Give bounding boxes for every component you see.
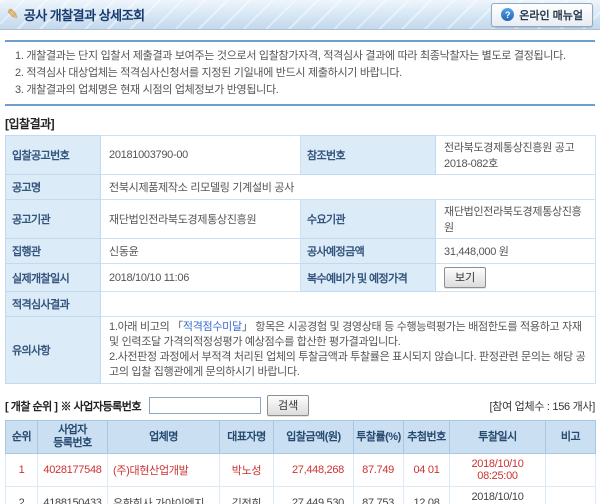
cell-bid-time: 2018/10/10 08:25:00 [449,453,546,487]
label-opening-datetime: 실제개찰일시 [5,263,101,292]
cell-rank: 1 [5,453,38,487]
table-row: 1 4028177548 (주)대현산업개발 박노성 27,448,268 87… [5,453,596,487]
col-rank: 순위 [5,420,38,454]
cell-lottery: 12 08 [403,486,450,504]
cell-note [545,486,596,504]
cell-amount: 27,448,268 [273,453,354,487]
online-manual-button[interactable]: ? 온라인 매뉴얼 [491,2,593,27]
value-estimated-amount: 31,448,000 원 [435,238,596,264]
bid-result-table: 입찰공고번호 20181003790-00 참조번호 전라북도경제통상진흥원 공… [5,135,596,384]
cell-rank: 2 [5,486,38,504]
rank-table: 순위 사업자 등록번호 업체명 대표자명 입찰금액(원) 투찰률(%) 추첨번호… [5,420,596,504]
section-title-bid-result: [입찰결과] [5,117,55,131]
label-notice-name: 공고명 [5,174,101,200]
value-caution: 1.아래 비고의 「적격점수미달」 항목은 시공경험 및 경영상태 등 수행능력… [100,316,596,384]
col-ceo: 대표자명 [219,420,274,454]
cell-biz-no: 4188150433 [37,486,108,504]
cell-company: 유한회사 가야이엔지 [107,486,220,504]
col-amount: 입찰금액(원) [273,420,354,454]
cell-lottery: 04 01 [403,453,450,487]
label-agency: 공고기관 [5,199,101,239]
cell-rate: 87.753 [353,486,404,504]
online-manual-label: 온라인 매뉴얼 [519,9,583,22]
value-reference-no: 전라북도경제통상진흥원 공고 2018-082호 [435,135,596,175]
col-lottery: 추첨번호 [403,420,450,454]
col-note: 비고 [545,420,596,454]
notice-item: 1. 개찰결과는 단지 입찰서 제출결과 보여주는 것으로서 입찰참가자격, 적… [15,50,566,62]
biz-no-search-input[interactable] [148,397,261,414]
cell-amount: 27,449,530 [273,486,354,504]
label-reference-no: 참조번호 [300,135,436,175]
cell-company: (주)대현산업개발 [107,453,220,487]
notice-item: 2. 적격심사 대상업체는 적격심사신청서를 지정된 기일내에 반드시 제출하시… [15,67,402,79]
col-rate: 투찰률(%) [353,420,404,454]
page: ✎ 공사 개찰결과 상세조회 ? 온라인 매뉴얼 1. 개찰결과는 단지 입찰서… [0,0,600,504]
cell-ceo: 김정희 [219,486,274,504]
notice-list: 1. 개찰결과는 단지 입찰서 제출결과 보여주는 것으로서 입찰참가자격, 적… [15,48,585,99]
label-demand-agency: 수요기관 [300,199,436,239]
page-title: 공사 개찰결과 상세조회 [23,8,145,23]
search-button[interactable]: 검색 [266,395,310,416]
cell-note [545,453,596,487]
question-mark-icon: ? [501,8,515,21]
value-demand-agency: 재단법인전라북도경제통상진흥원 [435,199,596,239]
label-reserve-price: 복수예비가 및 예정가격 [300,263,436,292]
pencil-icon: ✎ [7,5,19,22]
rank-search-bar: [ 개찰 순위 ] ※ 사업자등록번호 검색 [참여 업체수 : 156 개사] [5,395,595,416]
value-reserve-price: 보기 [435,263,596,292]
rank-table-header: 순위 사업자 등록번호 업체명 대표자명 입찰금액(원) 투찰률(%) 추첨번호… [5,420,596,454]
caution-highlight: 적격점수미달 [182,321,242,333]
label-qualification-result: 적격심사결과 [5,291,101,317]
section-title-rank: [ 개찰 순위 ] [5,400,58,413]
value-notice-name: 전북시제품제작소 리모델링 기계설비 공사 [100,174,596,200]
label-executor: 집행관 [5,238,101,264]
label-announcement-no: 입찰공고번호 [5,135,101,175]
label-estimated-amount: 공사예정금액 [300,238,436,264]
table-row: 2 4188150433 유한회사 가야이엔지 김정희 27,449,530 8… [5,486,596,504]
cell-biz-no: 4028177548 [37,453,108,487]
col-bid-time: 투찰일시 [449,420,546,454]
biz-no-label: ※ 사업자등록번호 [60,400,142,413]
cell-bid-time: 2018/10/10 09:34:47 [449,486,546,504]
participant-count: [참여 업체수 : 156 개사] [489,400,596,413]
caution-text: 2.사전판정 과정에서 부적격 처리된 업체의 투찰금액과 투찰률은 표시되지 … [109,351,586,378]
view-button[interactable]: 보기 [444,267,487,288]
title-bar: ✎ 공사 개찰결과 상세조회 ? 온라인 매뉴얼 [0,0,600,30]
col-biz-no: 사업자 등록번호 [37,420,108,454]
notice-item: 3. 개찰결과의 업체명은 현재 시점의 업체정보가 반영됩니다. [15,84,279,96]
cell-rate: 87.749 [353,453,404,487]
cell-ceo: 박노성 [219,453,274,487]
notice-box: 1. 개찰결과는 단지 입찰서 제출결과 보여주는 것으로서 입찰참가자격, 적… [5,40,595,106]
caution-text: 1.아래 비고의 「 [109,321,183,333]
value-executor: 신동윤 [100,238,301,264]
value-opening-datetime: 2018/10/10 11:06 [100,263,301,292]
label-caution: 유의사항 [5,316,101,384]
value-announcement-no: 20181003790-00 [100,135,301,175]
value-qualification-result [100,291,596,317]
value-agency: 재단법인전라북도경제통상진흥원 [100,199,301,239]
col-company: 업체명 [107,420,220,454]
